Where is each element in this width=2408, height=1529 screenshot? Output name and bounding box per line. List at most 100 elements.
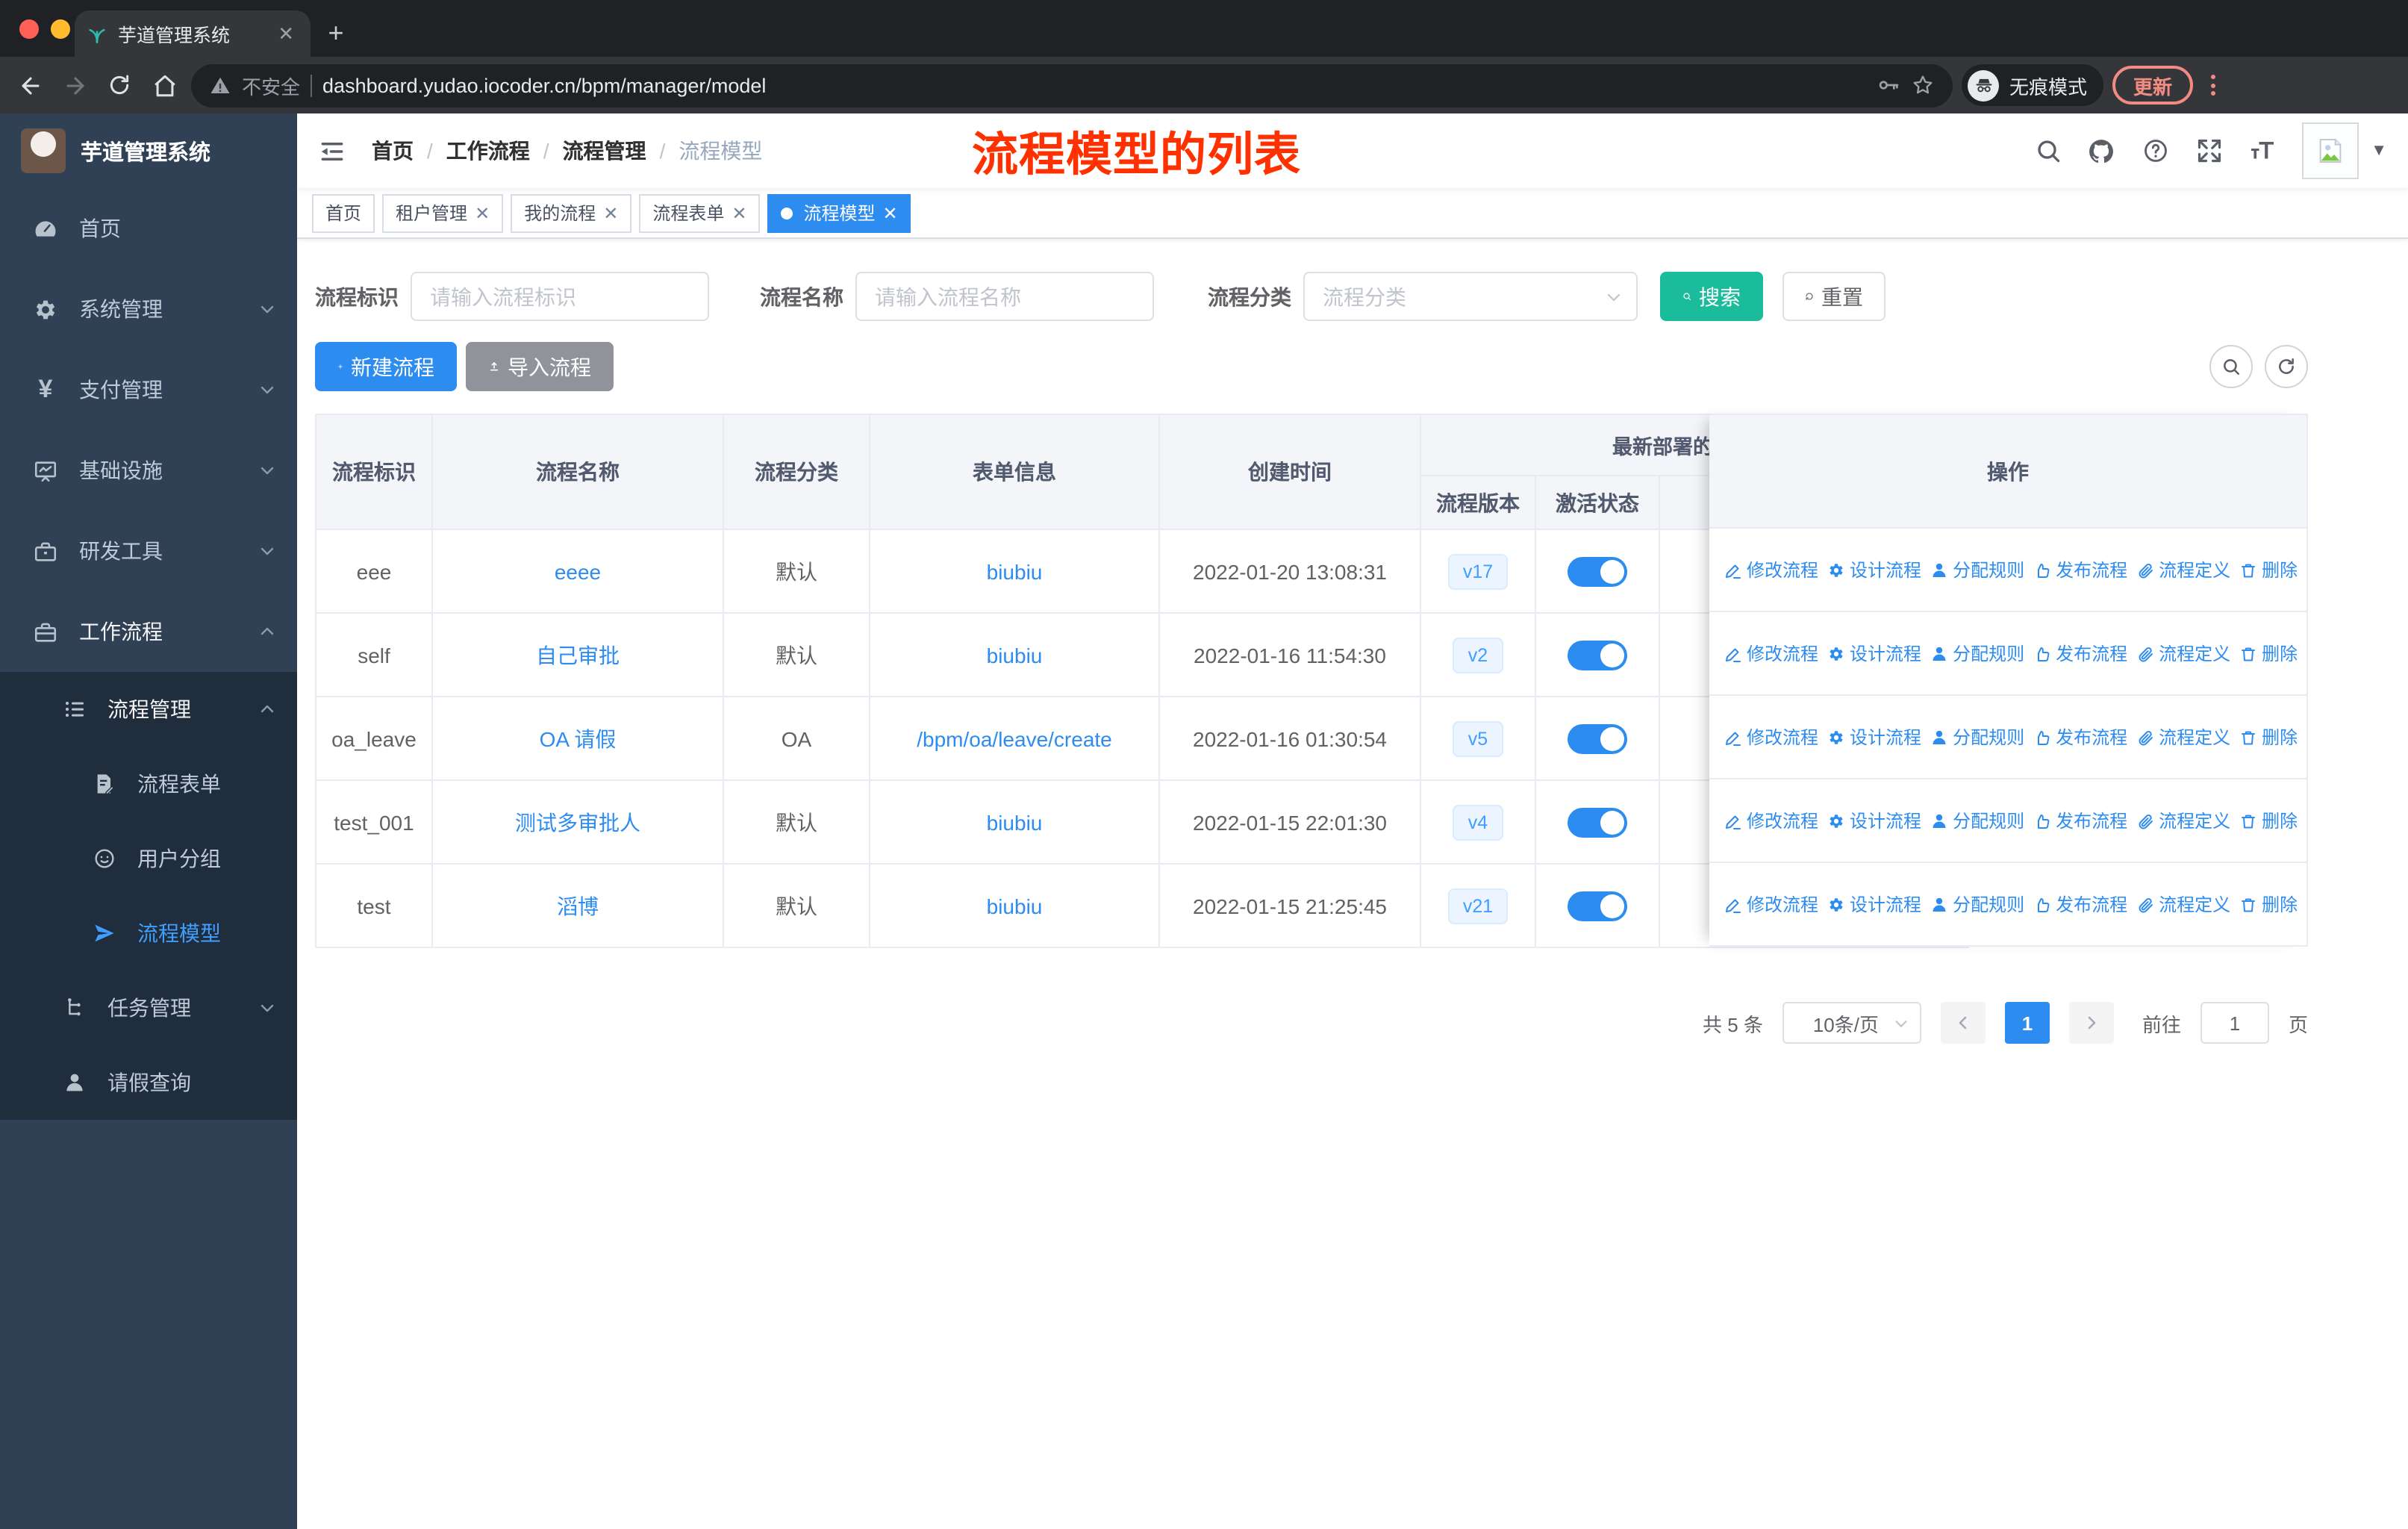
action-assign-rule[interactable]: 分配规则 <box>1930 724 2024 750</box>
breadcrumb-process-mgmt[interactable]: 流程管理 <box>563 136 646 166</box>
active-toggle[interactable] <box>1568 556 1627 586</box>
sidebar-item-process-form[interactable]: 流程表单 <box>0 747 297 821</box>
tag-close-icon[interactable]: ✕ <box>603 202 618 223</box>
form-info-link[interactable]: biubiu <box>987 643 1043 667</box>
action-edit-process[interactable]: 修改流程 <box>1724 891 1818 917</box>
process-name-link[interactable]: 测试多审批人 <box>515 807 640 837</box>
sidebar-item-system[interactable]: 系统管理 <box>0 269 297 349</box>
action-publish-process[interactable]: 发布流程 <box>2033 724 2127 750</box>
active-toggle[interactable] <box>1568 807 1627 837</box>
bookmark-star-icon[interactable] <box>1911 73 1935 97</box>
process-name-link[interactable]: OA 请假 <box>540 723 617 753</box>
action-design-process[interactable]: 设计流程 <box>1827 557 1921 582</box>
category-select[interactable]: 流程分类 <box>1303 272 1638 321</box>
action-edit-process[interactable]: 修改流程 <box>1724 641 1818 666</box>
action-process-definition[interactable]: 流程定义 <box>2136 808 2230 833</box>
browser-menu-icon[interactable] <box>2202 75 2224 96</box>
action-delete[interactable]: 删除 <box>2239 724 2298 750</box>
sidebar-item-devtools[interactable]: 研发工具 <box>0 511 297 591</box>
create-process-button[interactable]: 新建流程 <box>315 342 457 391</box>
action-delete[interactable]: 删除 <box>2239 641 2298 666</box>
process-name-link[interactable]: 滔博 <box>557 891 599 921</box>
action-assign-rule[interactable]: 分配规则 <box>1930 557 2024 582</box>
form-info-link[interactable]: /bpm/oa/leave/create <box>917 726 1112 750</box>
action-process-definition[interactable]: 流程定义 <box>2136 724 2230 750</box>
prev-page-button[interactable] <box>1940 1002 1986 1044</box>
update-button[interactable]: 更新 <box>2112 66 2194 105</box>
reload-icon[interactable] <box>102 67 137 103</box>
form-info-link[interactable]: biubiu <box>987 559 1043 583</box>
home-icon[interactable] <box>146 67 182 103</box>
url-text[interactable]: dashboard.yudao.iocoder.cn/bpm/manager/m… <box>322 74 1866 96</box>
tag-tenant[interactable]: 租户管理 ✕ <box>382 193 504 232</box>
breadcrumb-workflow[interactable]: 工作流程 <box>446 136 530 166</box>
sidebar-item-process-model[interactable]: 流程模型 <box>0 896 297 971</box>
action-edit-process[interactable]: 修改流程 <box>1724 724 1818 750</box>
font-size-icon[interactable] <box>2248 137 2277 165</box>
action-process-definition[interactable]: 流程定义 <box>2136 557 2230 582</box>
process-key-input[interactable] <box>411 272 709 321</box>
tag-process-form[interactable]: 流程表单 ✕ <box>639 193 761 232</box>
tag-process-model[interactable]: 流程模型 ✕ <box>767 193 911 232</box>
search-button[interactable]: 搜索 <box>1660 272 1763 321</box>
action-assign-rule[interactable]: 分配规则 <box>1930 641 2024 666</box>
action-design-process[interactable]: 设计流程 <box>1827 641 1921 666</box>
action-process-definition[interactable]: 流程定义 <box>2136 641 2230 666</box>
sidebar-item-infra[interactable]: 基础设施 <box>0 430 297 511</box>
goto-page-input[interactable] <box>2200 1002 2269 1044</box>
new-tab-button[interactable]: + <box>316 13 355 52</box>
action-process-definition[interactable]: 流程定义 <box>2136 891 2230 917</box>
toggle-search-button[interactable] <box>2209 345 2253 388</box>
minimize-window-button[interactable] <box>51 19 70 39</box>
action-publish-process[interactable]: 发布流程 <box>2033 557 2127 582</box>
sidebar-item-user-group[interactable]: 用户分组 <box>0 821 297 896</box>
sidebar-item-workflow[interactable]: 工作流程 <box>0 591 297 672</box>
action-edit-process[interactable]: 修改流程 <box>1724 557 1818 582</box>
active-toggle[interactable] <box>1568 723 1627 753</box>
process-name-input[interactable] <box>855 272 1154 321</box>
sidebar-item-leave-query[interactable]: 请假查询 <box>0 1045 297 1120</box>
reset-button[interactable]: 重置 <box>1782 272 1885 321</box>
action-delete[interactable]: 删除 <box>2239 891 2298 917</box>
sidebar-item-payment[interactable]: ¥ 支付管理 <box>0 349 297 430</box>
process-name-link[interactable]: eeee <box>555 559 601 583</box>
tag-close-icon[interactable]: ✕ <box>883 202 898 223</box>
next-page-button[interactable] <box>2068 1002 2114 1044</box>
close-window-button[interactable] <box>19 19 39 39</box>
current-page-button[interactable]: 1 <box>2004 1002 2050 1044</box>
app-logo[interactable]: 芋道管理系统 <box>0 113 297 188</box>
tag-my-process[interactable]: 我的流程 ✕ <box>511 193 632 232</box>
active-toggle[interactable] <box>1568 891 1627 921</box>
action-delete[interactable]: 删除 <box>2239 808 2298 833</box>
back-icon[interactable] <box>12 67 48 103</box>
active-toggle[interactable] <box>1568 640 1627 670</box>
help-icon[interactable] <box>2141 137 2169 165</box>
breadcrumb-home[interactable]: 首页 <box>372 136 414 166</box>
import-process-button[interactable]: 导入流程 <box>466 342 614 391</box>
github-icon[interactable] <box>2087 137 2115 165</box>
caret-down-icon[interactable]: ▼ <box>2371 142 2387 160</box>
action-publish-process[interactable]: 发布流程 <box>2033 641 2127 666</box>
sidebar-item-home[interactable]: 首页 <box>0 188 297 269</box>
sidebar-item-task-mgmt[interactable]: 任务管理 <box>0 971 297 1045</box>
action-publish-process[interactable]: 发布流程 <box>2033 891 2127 917</box>
action-assign-rule[interactable]: 分配规则 <box>1930 808 2024 833</box>
tag-home[interactable]: 首页 <box>312 193 375 232</box>
form-info-link[interactable]: biubiu <box>987 894 1043 918</box>
sidebar-item-process-mgmt[interactable]: 流程管理 <box>0 672 297 747</box>
fullscreen-icon[interactable] <box>2195 137 2223 165</box>
action-publish-process[interactable]: 发布流程 <box>2033 808 2127 833</box>
avatar[interactable] <box>2302 122 2359 179</box>
action-design-process[interactable]: 设计流程 <box>1827 808 1921 833</box>
security-warning-icon[interactable] <box>209 74 231 96</box>
tab-close-icon[interactable]: ✕ <box>273 22 299 46</box>
action-design-process[interactable]: 设计流程 <box>1827 891 1921 917</box>
page-size-select[interactable]: 10条/页 <box>1782 1002 1921 1044</box>
action-delete[interactable]: 删除 <box>2239 557 2298 582</box>
action-assign-rule[interactable]: 分配规则 <box>1930 891 2024 917</box>
sidebar-fold-icon[interactable] <box>315 134 348 167</box>
browser-tab[interactable]: 芋道管理系统 ✕ <box>75 10 311 57</box>
tag-close-icon[interactable]: ✕ <box>475 202 490 223</box>
action-design-process[interactable]: 设计流程 <box>1827 724 1921 750</box>
forward-icon[interactable] <box>57 67 93 103</box>
